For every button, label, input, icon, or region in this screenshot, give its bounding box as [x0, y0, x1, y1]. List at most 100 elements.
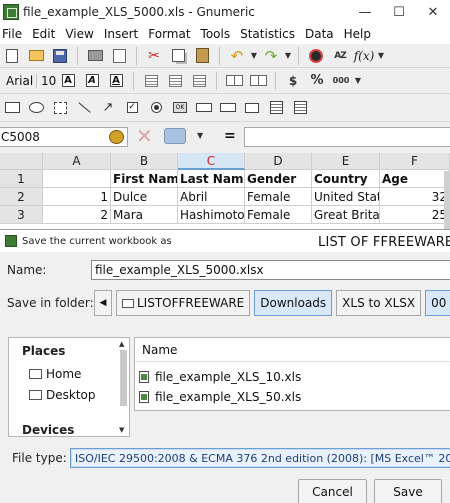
cell[interactable]: Great Britain — [312, 206, 380, 224]
formula-dropdown-icon[interactable]: ▼ — [197, 131, 203, 140]
redo-button[interactable]: ↷ — [260, 46, 282, 66]
undo-button[interactable]: ↶ — [226, 46, 248, 66]
menu-format[interactable]: Format — [143, 27, 195, 41]
thousands-format-button[interactable]: 000 — [330, 71, 352, 91]
font-selector[interactable]: Arial 10 — [2, 72, 56, 90]
cell[interactable]: Abril — [178, 188, 245, 206]
open-button[interactable] — [25, 46, 47, 66]
cancel-button[interactable]: Cancel — [298, 479, 367, 503]
cell[interactable]: Female — [245, 206, 312, 224]
insert-hyperlink-button[interactable] — [305, 46, 327, 66]
accept-edit-icon[interactable] — [164, 128, 186, 144]
draw-line-button[interactable] — [73, 98, 95, 118]
cell[interactable]: 32 — [380, 188, 450, 206]
menu-edit[interactable]: Edit — [27, 27, 60, 41]
column-header[interactable]: D — [245, 153, 312, 170]
combo-widget-button[interactable] — [289, 98, 311, 118]
scroll-up-icon[interactable]: ▲ — [119, 340, 124, 348]
cell[interactable]: Female — [245, 188, 312, 206]
draw-rectangle-button[interactable] — [1, 98, 23, 118]
cell[interactable]: Country — [312, 170, 380, 188]
list-item[interactable]: file_example_XLS_10.xls — [139, 370, 301, 384]
format-dropdown[interactable]: ▼ — [353, 76, 363, 85]
column-header[interactable]: F — [380, 153, 450, 170]
cell[interactable]: First Name — [111, 170, 178, 188]
formula-input[interactable] — [244, 127, 450, 147]
save-toolbar-button[interactable] — [49, 46, 71, 66]
cell[interactable]: 1 — [43, 188, 111, 206]
button-widget-button[interactable]: OK — [169, 98, 191, 118]
scroll-down-icon[interactable]: ▼ — [119, 426, 124, 434]
cell[interactable]: Gender — [245, 170, 312, 188]
menu-statistics[interactable]: Statistics — [235, 27, 300, 41]
name-box-goto-icon[interactable] — [109, 130, 124, 144]
italic-button[interactable]: A — [81, 71, 103, 91]
scroll-thumb[interactable] — [120, 350, 127, 406]
font-name[interactable]: Arial — [2, 74, 36, 88]
column-header[interactable]: E — [312, 153, 380, 170]
align-right-button[interactable] — [188, 71, 210, 91]
cell-reference[interactable]: C5008 — [0, 130, 40, 144]
cell[interactable] — [43, 170, 111, 188]
place-home[interactable]: Home — [29, 367, 81, 381]
path-scroll-left-icon[interactable]: ◀ — [94, 290, 112, 316]
path-crumb[interactable]: LISTOFFREEWARE — [116, 290, 251, 316]
list-item[interactable]: file_example_XLS_50.xls — [139, 390, 301, 404]
file-list-name-column[interactable]: Name — [135, 338, 450, 362]
cell[interactable]: Hashimoto — [178, 206, 245, 224]
filename-field[interactable]: file_example_XLS_5000.xlsx — [91, 260, 450, 280]
cancel-edit-icon[interactable]: ✕ — [136, 126, 153, 146]
function-button[interactable]: f(x) — [353, 46, 375, 66]
paste-button[interactable] — [191, 46, 213, 66]
unmerge-cells-button[interactable] — [247, 71, 269, 91]
file-type-select[interactable]: ISO/IEC 29500:2008 & ECMA 376 2nd editio… — [70, 448, 450, 468]
row-header[interactable]: 1 — [0, 170, 43, 188]
draw-arrow-button[interactable]: ↗ — [97, 98, 119, 118]
minimize-button[interactable]: — — [348, 0, 382, 24]
cell[interactable]: Dulce — [111, 188, 178, 206]
grid-vertical-scrollbar[interactable] — [444, 171, 450, 229]
maximize-button[interactable]: ☐ — [382, 0, 416, 24]
print-preview-button[interactable] — [108, 46, 130, 66]
bold-button[interactable]: A — [57, 71, 79, 91]
font-size[interactable]: 10 — [36, 73, 56, 88]
save-button[interactable]: Save — [374, 479, 442, 503]
menu-view[interactable]: View — [60, 27, 98, 41]
path-crumb-active[interactable]: Downloads — [254, 290, 333, 316]
column-header[interactable]: B — [111, 153, 178, 170]
scrollbar-widget-button[interactable] — [193, 98, 215, 118]
cell[interactable]: United States — [312, 188, 380, 206]
underline-button[interactable]: A — [105, 71, 127, 91]
menu-data[interactable]: Data — [300, 27, 339, 41]
menu-help[interactable]: Help — [339, 27, 376, 41]
new-document-button[interactable] — [1, 46, 23, 66]
cell[interactable]: Age — [380, 170, 450, 188]
merge-cells-button[interactable] — [223, 71, 245, 91]
cell[interactable]: Last Name — [178, 170, 245, 188]
spinner-widget-button[interactable] — [241, 98, 263, 118]
menu-file[interactable]: File — [0, 27, 27, 41]
checkbox-widget-button[interactable]: ✓ — [121, 98, 143, 118]
cut-button[interactable]: ✂ — [143, 46, 165, 66]
radio-widget-button[interactable] — [145, 98, 167, 118]
cell[interactable]: 2 — [43, 206, 111, 224]
column-header-selected[interactable]: C — [178, 153, 245, 170]
align-center-button[interactable] — [164, 71, 186, 91]
sort-button[interactable]: AZ — [329, 46, 351, 66]
redo-dropdown[interactable]: ▼ — [283, 51, 293, 60]
cell[interactable]: 25 — [380, 206, 450, 224]
path-crumb[interactable]: XLS to XLSX — [336, 290, 422, 316]
close-button[interactable]: ✕ — [416, 0, 450, 24]
cell-name-box[interactable]: C5008 — [0, 127, 128, 147]
copy-button[interactable] — [167, 46, 189, 66]
function-dropdown[interactable]: ▼ — [376, 51, 386, 60]
places-scrollbar[interactable]: ▲ ▼ — [119, 340, 128, 434]
frame-button[interactable] — [49, 98, 71, 118]
list-widget-button[interactable] — [265, 98, 287, 118]
menu-tools[interactable]: Tools — [196, 27, 236, 41]
slider-widget-button[interactable] — [217, 98, 239, 118]
undo-dropdown[interactable]: ▼ — [249, 51, 259, 60]
print-button[interactable] — [84, 46, 106, 66]
column-header[interactable]: A — [43, 153, 111, 170]
align-left-button[interactable] — [140, 71, 162, 91]
